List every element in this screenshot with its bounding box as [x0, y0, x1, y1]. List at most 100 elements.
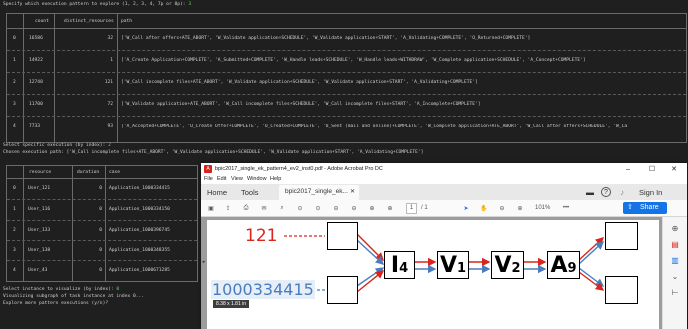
forward-icon[interactable]: ⊕	[385, 203, 395, 213]
table-cell-duration: 0	[99, 186, 102, 191]
table-row-index: 1	[13, 58, 16, 63]
tab-home[interactable]: Home	[207, 188, 227, 197]
next-page-icon[interactable]: ⊙	[313, 203, 323, 213]
table-cell-count: 7733	[29, 124, 41, 129]
table-cell-resources: 32	[107, 36, 113, 41]
col-resource: resource	[29, 170, 52, 175]
table-cell-count: 12748	[29, 80, 43, 85]
size-tooltip: 8.38 x 1.81 in	[213, 300, 250, 308]
graph-node-v1: V1	[437, 251, 469, 279]
close-icon[interactable]: ✕	[665, 164, 683, 174]
print-icon[interactable]: ⎙	[241, 203, 251, 213]
zoom-select[interactable]: 101%	[535, 205, 550, 211]
first-page-icon[interactable]: ⊖	[331, 203, 341, 213]
tab-tools[interactable]: Tools	[241, 188, 259, 197]
search-icon[interactable]: ⌕	[277, 203, 287, 213]
table-row-index: 3	[13, 102, 16, 107]
upload-icon[interactable]: ⇪	[223, 203, 233, 213]
last-page-icon[interactable]: ⊖	[349, 203, 359, 213]
graph-node-empty	[327, 276, 358, 304]
acrobat-logo-icon: A	[204, 165, 212, 173]
hand-icon[interactable]: ✋	[479, 203, 489, 213]
menu-help[interactable]: Help	[270, 176, 281, 182]
table-row-index: 1	[13, 207, 16, 212]
share-button[interactable]: ⇧ Share	[623, 202, 667, 214]
table-cell-resource: User_133	[28, 228, 51, 233]
zoom-out-icon[interactable]: ⊖	[497, 203, 507, 213]
menu-edit[interactable]: Edit	[217, 176, 226, 182]
back-icon[interactable]: ⊕	[367, 203, 377, 213]
window-title: bpic2017_single_ek_pattern4_ev2_inst0.pd…	[215, 166, 383, 172]
table-cell-case: Application_1000396745	[109, 228, 170, 233]
menu-window[interactable]: Window	[247, 176, 267, 182]
collapse-icon[interactable]: ⌄	[670, 271, 680, 281]
edge	[578, 237, 605, 261]
menu-file[interactable]: File	[204, 176, 213, 182]
panel-toggle-icon[interactable]: ⊢	[670, 287, 680, 297]
graph-node-empty	[605, 276, 638, 304]
edge	[578, 267, 605, 287]
table-cell-case: Application_1000334150	[109, 207, 170, 212]
col-count: count	[35, 19, 49, 24]
maximize-icon[interactable]: ☐	[643, 164, 661, 174]
bell-icon[interactable]: ♪	[617, 187, 627, 197]
table-row-index: 0	[13, 186, 16, 191]
table-row-index: 4	[13, 268, 16, 273]
help-icon[interactable]: ?	[601, 187, 611, 197]
cursor-icon[interactable]: ➤	[461, 203, 471, 213]
expand-left-panel-icon[interactable]: ▸	[201, 257, 207, 267]
create-pdf-icon[interactable]: ▣	[206, 203, 216, 213]
prompt-explore-more[interactable]: Explore more pattern executions (y/n)?	[3, 301, 108, 307]
prompt-execution: Select specific execution (by index): 2	[3, 143, 111, 148]
col-duration: duration	[77, 170, 100, 175]
mail-icon[interactable]: ✉	[259, 203, 269, 213]
table-cell-resources: 1	[110, 58, 113, 63]
tab-document[interactable]: bpic2017_single_ek... ✕	[279, 185, 359, 200]
chat-icon[interactable]: ▬	[585, 187, 595, 197]
document-viewer[interactable]: 121 1000334415 8.38 x 1.81 in I4 V1 V2 A…	[201, 217, 663, 329]
table-cell-resource: User_116	[28, 207, 51, 212]
col-case: case	[109, 170, 121, 175]
zoom-in-icon[interactable]: ⊕	[515, 203, 525, 213]
chosen-path: Chosen execution path: ['W_Call incomple…	[3, 150, 424, 155]
close-tab-icon[interactable]: ✕	[350, 188, 355, 195]
edge	[356, 239, 385, 265]
page-total: / 1	[421, 205, 428, 211]
minimize-icon[interactable]: –	[619, 164, 637, 174]
graph-node-empty	[327, 222, 358, 250]
col-path: path	[121, 19, 133, 24]
zoom-search-icon[interactable]: ⊕	[670, 223, 680, 233]
table-cell-resource: User_121	[28, 186, 51, 191]
table-cell-path: ['W_Call incomplete files+ATE_ABORT', 'W…	[121, 80, 478, 85]
table-cell-count: 14922	[29, 58, 43, 63]
tab-bar: Home Tools bpic2017_single_ek... ✕ ▬ ? ♪…	[201, 184, 687, 200]
col-distinct-resources: distinct_resources	[64, 19, 114, 24]
table-cell-case: Application_1000348355	[109, 248, 170, 253]
edit-pdf-icon[interactable]: ▥	[670, 255, 680, 265]
more-icon[interactable]: •••	[561, 203, 571, 213]
table-cell-case: Application_1000671285	[109, 268, 170, 273]
export-pdf-icon[interactable]: ▤	[670, 239, 680, 249]
table-cell-case: Application_1000334415	[109, 186, 170, 191]
edge	[356, 270, 385, 293]
prompt-pattern: Specify which execution pattern to explo…	[3, 2, 192, 7]
edge	[356, 267, 385, 287]
page-number-input[interactable]: 1	[406, 203, 417, 214]
table-row-index: 4	[13, 124, 16, 129]
share-icon: ⇧	[627, 204, 633, 211]
prompt-instance: Select instance to visualize (by index):…	[3, 287, 120, 292]
edge	[578, 271, 605, 291]
graph-node-a9: A9	[547, 251, 580, 279]
table-row-index: 0	[13, 36, 16, 41]
pattern-table: count distinct_resources path 0 16586 32…	[6, 13, 687, 143]
table-cell-resources: 93	[107, 124, 113, 129]
prev-page-icon[interactable]: ⊙	[295, 203, 305, 213]
toolbar: ▣ ⇪ ⎙ ✉ ⌕ ⊙ ⊙ ⊖ ⊖ ⊕ ⊕ 1 / 1 ➤ ✋ ⊖ ⊕ 101%…	[201, 200, 687, 217]
menu-view[interactable]: View	[231, 176, 243, 182]
pdf-page: 121 1000334415 8.38 x 1.81 in I4 V1 V2 A…	[207, 220, 659, 329]
table-cell-resource: User_43	[28, 268, 48, 273]
table-cell-resources: 121	[104, 80, 113, 85]
table-cell-resources: 72	[107, 102, 113, 107]
sign-in-link[interactable]: Sign In	[639, 188, 662, 197]
table-cell-path: ['W_Validate application+ATE_ABORT', 'W_…	[121, 102, 481, 107]
